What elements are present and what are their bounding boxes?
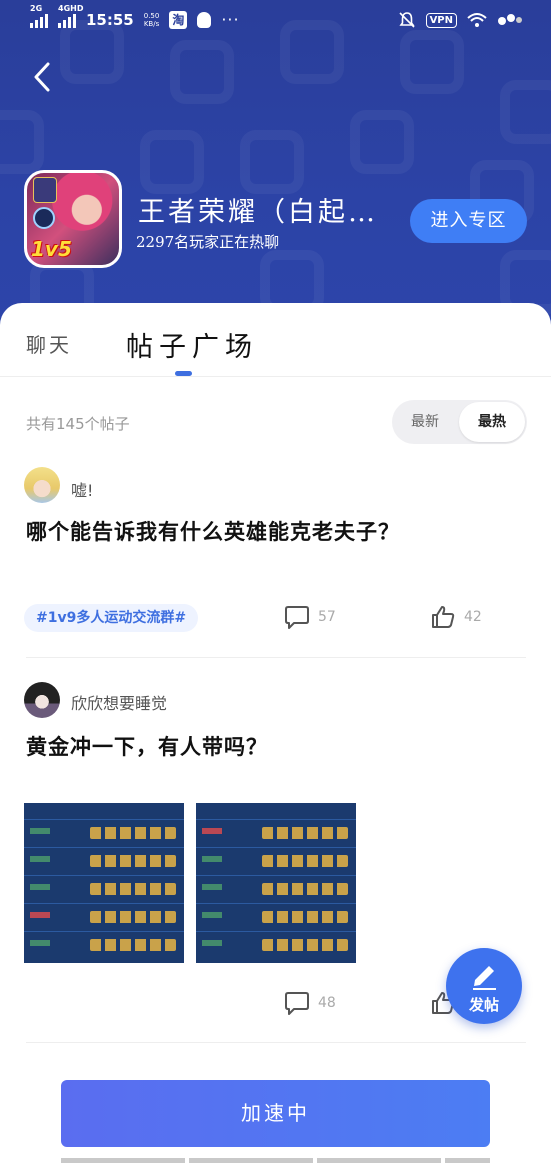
accelerating-button[interactable]: 加速中 (61, 1080, 490, 1147)
signal-icon: 2G (30, 4, 48, 28)
watermark-decoration (350, 110, 414, 174)
post-author[interactable]: 欣欣想要睡觉 (71, 690, 167, 714)
post-title[interactable]: 黄金冲一下，有人带吗？ (26, 731, 268, 761)
network-speed: 0.50 KB/s (143, 11, 160, 28)
sort-toggle: 最新 最热 (392, 400, 527, 444)
topic-tag[interactable]: #1v9多人运动交流群# (24, 604, 199, 632)
mute-bell-icon (398, 12, 415, 28)
create-post-label: 发帖 (468, 996, 499, 1014)
thumbs-up-icon (432, 606, 455, 628)
tab-chat[interactable]: 聊天 (26, 329, 72, 358)
comment-count[interactable]: 57 (284, 604, 336, 630)
sort-latest-button[interactable]: 最新 (392, 400, 458, 444)
taobao-icon: 淘 (169, 10, 188, 29)
comment-icon (285, 992, 309, 1015)
tab-post-square[interactable]: 帖子广场 (126, 325, 258, 364)
header-banner: 2G 4GHD 15:55 0.50 KB/s 淘 ··· VPN 1v5 王者… (0, 0, 551, 330)
post-count: 共有145个帖子 (26, 415, 130, 433)
divider (0, 376, 551, 377)
pen-icon (473, 966, 496, 990)
avatar[interactable] (24, 467, 60, 503)
post-image[interactable] (24, 803, 184, 963)
comment-icon (285, 606, 309, 629)
signal-icon: 4GHD (58, 4, 83, 28)
divider (26, 657, 526, 658)
divider (26, 1042, 526, 1043)
watermark-decoration (140, 130, 204, 194)
watermark-decoration (500, 80, 551, 144)
rank-badge-icon (33, 177, 57, 203)
vpn-icon: VPN (425, 12, 457, 28)
game-icon: 1v5 (24, 170, 122, 268)
sort-hottest-button[interactable]: 最热 (459, 402, 525, 442)
create-post-button[interactable]: 发帖 (446, 948, 522, 1024)
more-notifications-icon: ··· (221, 10, 240, 29)
watermark-decoration (0, 110, 44, 174)
like-count[interactable]: 42 (430, 604, 482, 630)
enter-zone-button[interactable]: 进入专区 (410, 199, 527, 243)
avatar[interactable] (24, 682, 60, 718)
skill-ring-icon (33, 207, 55, 229)
post-author[interactable]: 嘘! (71, 477, 93, 501)
watermark-decoration (240, 130, 304, 194)
players-online: 2297名玩家正在热聊 (136, 233, 280, 251)
bottom-bar-decoration (61, 1158, 490, 1163)
wifi-icon (467, 13, 487, 27)
battery-icon (498, 14, 522, 25)
status-bar: 2G 4GHD 15:55 0.50 KB/s 淘 ··· VPN (0, 0, 551, 42)
game-title: 王者荣耀（白起… (138, 197, 378, 228)
back-arrow-icon[interactable] (30, 60, 54, 94)
post-image[interactable] (196, 803, 356, 963)
comment-count[interactable]: 48 (284, 990, 336, 1016)
game-badge-label: 1v5 (31, 237, 72, 261)
post-title[interactable]: 哪个能告诉我有什么英雄能克老夫子？ (26, 516, 400, 546)
qq-icon (197, 11, 212, 28)
status-time: 15:55 (86, 10, 134, 29)
watermark-decoration (170, 40, 234, 104)
